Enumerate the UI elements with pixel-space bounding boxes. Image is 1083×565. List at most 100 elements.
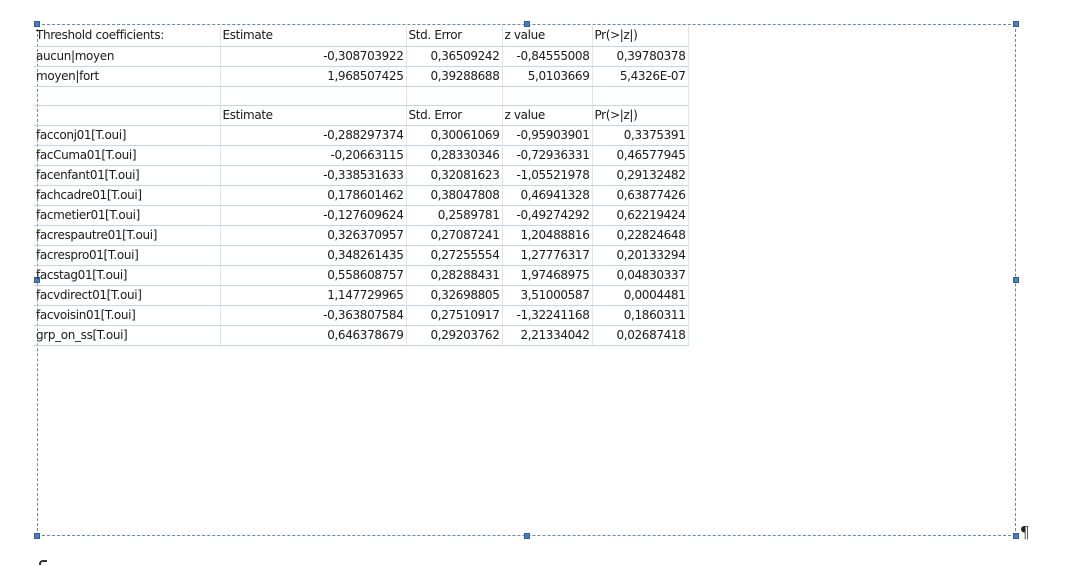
row-label-cell[interactable]: facCuma01[T.oui] — [34, 145, 221, 166]
estimate-cell[interactable]: 0,646378679 — [220, 325, 407, 346]
estimate-cell[interactable]: -0,20663115 — [220, 145, 407, 166]
table-row: facrespautre01[T.oui] 0,326370957 0,270872… — [34, 225, 689, 246]
header-cell[interactable]: Std. Error — [406, 26, 503, 47]
std-error-cell[interactable]: 0,27087241 — [406, 225, 503, 246]
row-label-cell[interactable]: moyen|fort — [34, 66, 221, 87]
std-error-cell[interactable]: 0,32698805 — [406, 285, 503, 306]
estimate-cell[interactable]: -0,338531633 — [220, 165, 407, 186]
table-row: facvdirect01[T.oui] 1,147729965 0,32698805… — [34, 285, 689, 306]
z-value-cell[interactable]: 1,20488816 — [502, 225, 593, 246]
estimate-cell[interactable]: 1,968507425 — [220, 66, 407, 87]
std-error-cell[interactable]: 0,39288688 — [406, 66, 503, 87]
resize-handle-bottom-left[interactable] — [34, 533, 40, 539]
header-cell[interactable]: Estimate — [220, 105, 407, 126]
table-row: facstag01[T.oui] 0,558608757 0,28288431 1,9… — [34, 265, 689, 286]
estimate-cell[interactable]: 0,558608757 — [220, 265, 407, 286]
table-row: moyen|fort 1,968507425 0,39288688 5,0103… — [34, 66, 689, 87]
row-label-cell[interactable]: facvoisin01[T.oui] — [34, 305, 221, 326]
estimate-cell[interactable]: 0,178601462 — [220, 185, 407, 206]
p-value-cell[interactable]: 0,3375391 — [592, 125, 689, 146]
partial-character-glyph — [38, 556, 47, 565]
std-error-cell[interactable]: 0,27255554 — [406, 245, 503, 266]
estimate-cell[interactable]: -0,127609624 — [220, 205, 407, 226]
std-error-cell[interactable]: 0,36509242 — [406, 46, 503, 67]
row-label-cell[interactable]: grp_on_ss[T.oui] — [34, 325, 221, 346]
document-page: Threshold coefficients: Estimate Std. Er… — [0, 0, 1083, 565]
row-label-cell[interactable]: facvdirect01[T.oui] — [34, 285, 221, 306]
table-row: facvoisin01[T.oui] -0,363807584 0,27510917… — [34, 305, 689, 326]
std-error-cell[interactable]: 0,38047808 — [406, 185, 503, 206]
table-row: facCuma01[T.oui] -0,20663115 0,28330346 -0,… — [34, 145, 689, 166]
p-value-cell[interactable]: 0,02687418 — [592, 325, 689, 346]
resize-handle-middle-right[interactable] — [1013, 277, 1019, 283]
std-error-cell[interactable]: 0,32081623 — [406, 165, 503, 186]
header-cell[interactable]: z value — [502, 105, 593, 126]
std-error-cell[interactable]: 0,30061069 — [406, 125, 503, 146]
p-value-cell[interactable]: 0,0004481 — [592, 285, 689, 306]
estimate-cell[interactable]: -0,288297374 — [220, 125, 407, 146]
empty-cell[interactable] — [502, 86, 593, 106]
z-value-cell[interactable]: -0,72936331 — [502, 145, 593, 166]
z-value-cell[interactable]: -1,05521978 — [502, 165, 593, 186]
table-row: facrespro01[T.oui] 0,348261435 0,27255554 1… — [34, 245, 689, 266]
empty-cell[interactable] — [220, 86, 407, 106]
resize-handle-bottom-right[interactable] — [1013, 533, 1019, 539]
std-error-cell[interactable]: 0,2589781 — [406, 205, 503, 226]
z-value-cell[interactable]: 1,97468975 — [502, 265, 593, 286]
empty-cell[interactable] — [406, 86, 503, 106]
row-label-cell[interactable]: facconj01[T.oui] — [34, 125, 221, 146]
std-error-cell[interactable]: 0,27510917 — [406, 305, 503, 326]
empty-row — [34, 86, 689, 106]
std-error-cell[interactable]: 0,29203762 — [406, 325, 503, 346]
std-error-cell[interactable]: 0,28288431 — [406, 265, 503, 286]
estimate-cell[interactable]: -0,363807584 — [220, 305, 407, 326]
z-value-cell[interactable]: 0,46941328 — [502, 185, 593, 206]
row-label-cell[interactable]: fachcadre01[T.oui] — [34, 185, 221, 206]
header-cell[interactable]: Threshold coefficients: — [34, 26, 221, 47]
empty-cell[interactable] — [592, 86, 689, 106]
p-value-cell[interactable]: 5,4326E-07 — [592, 66, 689, 87]
std-error-cell[interactable]: 0,28330346 — [406, 145, 503, 166]
p-value-cell[interactable]: 0,39780378 — [592, 46, 689, 67]
estimate-cell[interactable]: 1,147729965 — [220, 285, 407, 306]
header-cell[interactable]: Pr(>|z|) — [592, 26, 689, 47]
p-value-cell[interactable]: 0,04830337 — [592, 265, 689, 286]
z-value-cell[interactable]: 2,21334042 — [502, 325, 593, 346]
row-label-cell[interactable]: facmetier01[T.oui] — [34, 205, 221, 226]
row-label-cell[interactable]: facenfant01[T.oui] — [34, 165, 221, 186]
header-cell[interactable]: Std. Error — [406, 105, 503, 126]
p-value-cell[interactable]: 0,29132482 — [592, 165, 689, 186]
p-value-cell[interactable]: 0,46577945 — [592, 145, 689, 166]
threshold-header-row: Threshold coefficients: Estimate Std. Er… — [34, 26, 689, 47]
z-value-cell[interactable]: -0,95903901 — [502, 125, 593, 146]
header-cell[interactable]: Estimate — [220, 26, 407, 47]
p-value-cell[interactable]: 0,1860311 — [592, 305, 689, 326]
estimate-cell[interactable]: -0,308703922 — [220, 46, 407, 67]
header-cell[interactable] — [34, 105, 221, 126]
resize-handle-top-right[interactable] — [1013, 21, 1019, 27]
row-label-cell[interactable]: facrespautre01[T.oui] — [34, 225, 221, 246]
row-label-cell[interactable]: facrespro01[T.oui] — [34, 245, 221, 266]
row-label-cell[interactable]: aucun|moyen — [34, 46, 221, 67]
table-row: grp_on_ss[T.oui] 0,646378679 0,29203762 2,2… — [34, 325, 689, 346]
row-label-cell[interactable]: facstag01[T.oui] — [34, 265, 221, 286]
estimate-cell[interactable]: 0,348261435 — [220, 245, 407, 266]
z-value-cell[interactable]: 5,0103669 — [502, 66, 593, 87]
p-value-cell[interactable]: 0,62219424 — [592, 205, 689, 226]
table-row: fachcadre01[T.oui] 0,178601462 0,38047808 0… — [34, 185, 689, 206]
p-value-cell[interactable]: 0,22824648 — [592, 225, 689, 246]
z-value-cell[interactable]: -0,84555008 — [502, 46, 593, 67]
resize-handle-bottom-center[interactable] — [524, 533, 530, 539]
z-value-cell[interactable]: -0,49274292 — [502, 205, 593, 226]
coefficient-header-row: Estimate Std. Error z value Pr(>|z|) — [34, 105, 689, 126]
estimate-cell[interactable]: 0,326370957 — [220, 225, 407, 246]
header-cell[interactable]: z value — [502, 26, 593, 47]
empty-cell[interactable] — [34, 86, 221, 106]
p-value-cell[interactable]: 0,63877426 — [592, 185, 689, 206]
z-value-cell[interactable]: -1,32241168 — [502, 305, 593, 326]
z-value-cell[interactable]: 3,51000587 — [502, 285, 593, 306]
header-cell[interactable]: Pr(>|z|) — [592, 105, 689, 126]
z-value-cell[interactable]: 1,27776317 — [502, 245, 593, 266]
regression-table[interactable]: Threshold coefficients: Estimate Std. Er… — [34, 26, 689, 346]
p-value-cell[interactable]: 0,20133294 — [592, 245, 689, 266]
